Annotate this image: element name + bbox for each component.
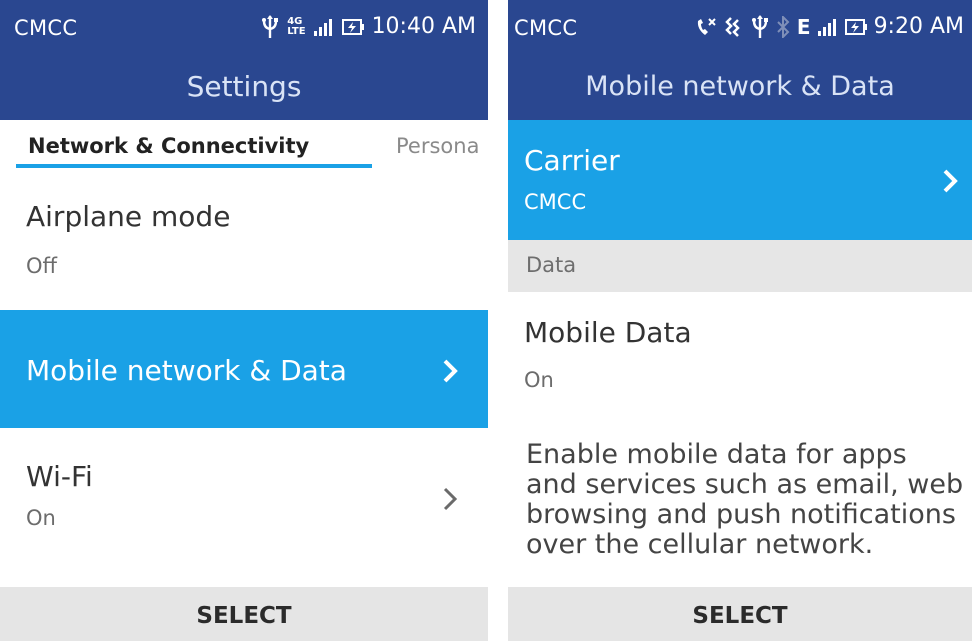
page-title: Mobile network & Data [508,60,972,120]
section-header-data: Data [508,240,972,292]
item-title: Wi-Fi [26,460,93,493]
item-subtitle: CMCC [524,190,587,214]
list-item-mobile-network-data[interactable]: Mobile network & Data [0,310,488,428]
softkey-select[interactable]: SELECT [508,587,972,641]
usb-icon [261,14,279,39]
roaming-icon [724,16,744,37]
status-bar: CMCC 4G LTE 10:40 AM [0,0,488,60]
softkey-select[interactable]: SELECT [0,587,488,641]
signal-icon [817,18,838,36]
list-item-airplane-mode[interactable]: Airplane mode Off [0,180,488,298]
status-time: 9:20 AM [873,14,964,39]
carrier-name: CMCC [514,16,578,40]
mobile-network-data-screen: CMCC E 9:20 AM Mobile network & Data Car… [508,0,972,641]
missed-call-icon [695,17,717,37]
item-subtitle: On [26,506,56,530]
tab-network-connectivity[interactable]: Network & Connectivity [28,134,309,158]
item-title: Carrier [524,144,620,177]
battery-charging-icon [341,18,364,36]
item-subtitle: Off [26,254,57,278]
tab-bar: Network & Connectivity Persona [0,120,488,180]
network-type-icon: 4G LTE [287,15,306,37]
status-time: 10:40 AM [371,14,476,39]
item-title: Airplane mode [26,200,231,233]
settings-screen: CMCC 4G LTE 10:40 AM Settings Network & … [0,0,488,641]
item-subtitle: On [524,368,554,392]
usb-icon [751,14,769,39]
chevron-right-icon [942,168,958,198]
carrier-name: CMCC [14,16,78,40]
tab-active-indicator [16,164,372,168]
list-item-wifi[interactable]: Wi-Fi On [0,440,488,580]
mobile-data-description: Enable mobile data for apps and services… [526,439,964,560]
battery-charging-icon [844,18,867,36]
page-title: Settings [0,60,488,120]
network-type-icon: E [796,14,811,39]
list-item-carrier[interactable]: Carrier CMCC [508,120,972,240]
list-item-mobile-data[interactable]: Mobile Data On [508,292,972,432]
item-title: Mobile Data [524,316,692,349]
bluetooth-icon [776,15,790,38]
item-title: Mobile network & Data [26,354,347,387]
status-bar: CMCC E 9:20 AM [508,0,972,60]
tab-personalization[interactable]: Persona [396,134,479,158]
signal-icon [313,18,334,36]
chevron-right-icon [442,486,458,516]
chevron-right-icon [442,358,458,388]
